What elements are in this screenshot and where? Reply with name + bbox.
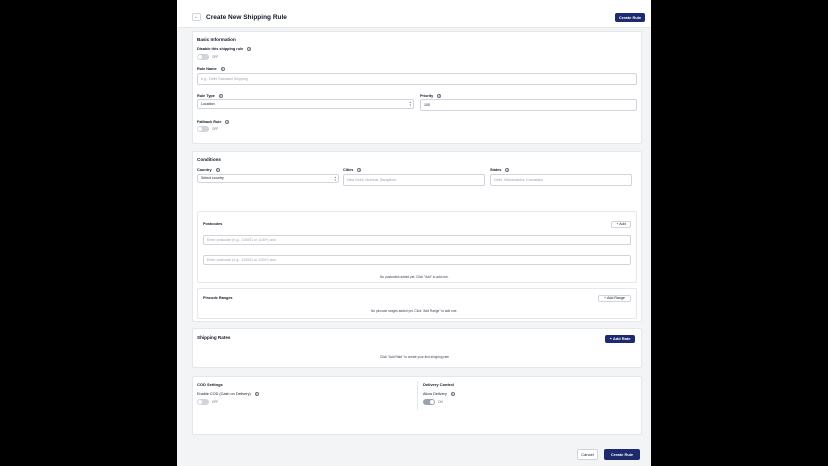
disable-rule-state: OFF — [212, 55, 219, 59]
fallback-rule-state: OFF — [212, 127, 219, 131]
postcodes-empty-hint: No postcodes added yet. Click "Add" to a… — [380, 275, 449, 279]
shipping-rates-title: Shipping Rates — [197, 335, 231, 340]
pincode-ranges-section: Pincode Ranges + Add Range No pincode ra… — [197, 288, 637, 319]
enable-cod-label: Enable COD (Cash on Delivery) i — [197, 392, 259, 396]
fallback-rule-toggle[interactable] — [197, 126, 209, 132]
add-postcode-button[interactable]: + Add — [611, 221, 631, 228]
info-icon: i — [247, 47, 252, 51]
conditions-title: Conditions — [197, 157, 221, 162]
footer-create-rule-button[interactable]: Create Rule — [604, 449, 640, 460]
cities-input[interactable]: New Delhi, Mumbai, Bangalore — [343, 174, 485, 186]
disable-rule-label: Disable this shipping rule i — [197, 47, 252, 51]
priority-label: Priority i — [420, 94, 442, 98]
cities-label: Cities i — [343, 168, 362, 172]
allow-delivery-toggle[interactable] — [423, 399, 435, 405]
cod-settings-title: COD Settings — [197, 382, 223, 387]
rule-name-label: Rule Name i — [197, 67, 225, 71]
info-icon: i — [505, 168, 510, 172]
info-icon: i — [218, 94, 223, 98]
basic-information-title: Basic Information — [197, 37, 236, 42]
section-divider — [417, 381, 418, 410]
info-icon: i — [450, 392, 455, 396]
page: ← Create New Shipping Rule Create Rule B… — [177, 0, 651, 466]
postcodes-label: Postcodes — [203, 222, 223, 226]
page-title: Create New Shipping Rule — [206, 14, 287, 21]
cancel-button[interactable]: Cancel — [577, 449, 598, 460]
cod-delivery-card: COD Settings Enable COD (Cash on Deliver… — [192, 376, 642, 435]
pincode-ranges-empty-hint: No pincode ranges added yet. Click "Add … — [371, 309, 458, 313]
postcodes-section: Postcodes + Add Enter postcode (e.g., 11… — [197, 211, 637, 283]
rule-name-input[interactable]: e.g., Delhi Standard Shipping — [197, 73, 637, 85]
info-icon: i — [254, 392, 259, 396]
info-icon: i — [215, 168, 220, 172]
basic-information-card: Basic Information Disable this shipping … — [192, 31, 642, 144]
add-rate-button[interactable]: + Add Rate — [605, 335, 635, 343]
states-input[interactable]: Delhi, Maharashtra, Karnataka — [490, 174, 632, 186]
page-header: ← Create New Shipping Rule Create Rule — [177, 0, 651, 28]
info-icon: i — [225, 120, 230, 124]
conditions-card: Conditions Country i Select country ▴ ▾ Cit… — [192, 151, 642, 322]
rule-type-select[interactable]: Location ▴ ▾ — [197, 99, 414, 109]
select-arrows-icon: ▴ ▾ — [409, 100, 411, 107]
arrow-left-icon: ← — [194, 14, 199, 20]
enable-cod-state: OFF — [212, 400, 219, 404]
postcode-input-2[interactable]: Enter postcode (e.g., 110001 or 1100*) a… — [203, 255, 631, 265]
priority-input[interactable]: 100 — [420, 99, 637, 111]
shipping-rates-card: Shipping Rates + Add Rate Click "Add Rat… — [192, 328, 642, 368]
info-icon: i — [357, 168, 362, 172]
delivery-control-title: Delivery Control — [423, 382, 454, 387]
disable-rule-toggle[interactable] — [197, 54, 209, 60]
allow-delivery-label: Allow Delivery i — [423, 392, 455, 396]
select-arrows-icon: ▴ ▾ — [334, 174, 336, 182]
header-create-rule-button[interactable]: Create Rule — [615, 13, 645, 22]
allow-delivery-state: ON — [438, 400, 443, 404]
enable-cod-toggle[interactable] — [197, 399, 209, 405]
country-select[interactable]: Select country ▴ ▾ — [197, 174, 339, 183]
add-range-button[interactable]: + Add Range — [598, 295, 631, 302]
fallback-rule-label: Fallback Rule i — [197, 120, 230, 124]
pincode-ranges-label: Pincode Ranges — [203, 296, 233, 300]
states-label: States i — [490, 168, 510, 172]
country-label: Country i — [197, 168, 220, 172]
back-button[interactable]: ← — [192, 13, 201, 21]
rule-type-label: Rule Type i — [197, 94, 223, 98]
info-icon: i — [220, 67, 225, 71]
shipping-rates-empty-hint: Click "Add Rate" to create your first sh… — [380, 355, 449, 359]
postcode-input-1[interactable]: Enter postcode (e.g., 110001 or 1100*) a… — [203, 235, 631, 245]
info-icon: i — [437, 94, 442, 98]
